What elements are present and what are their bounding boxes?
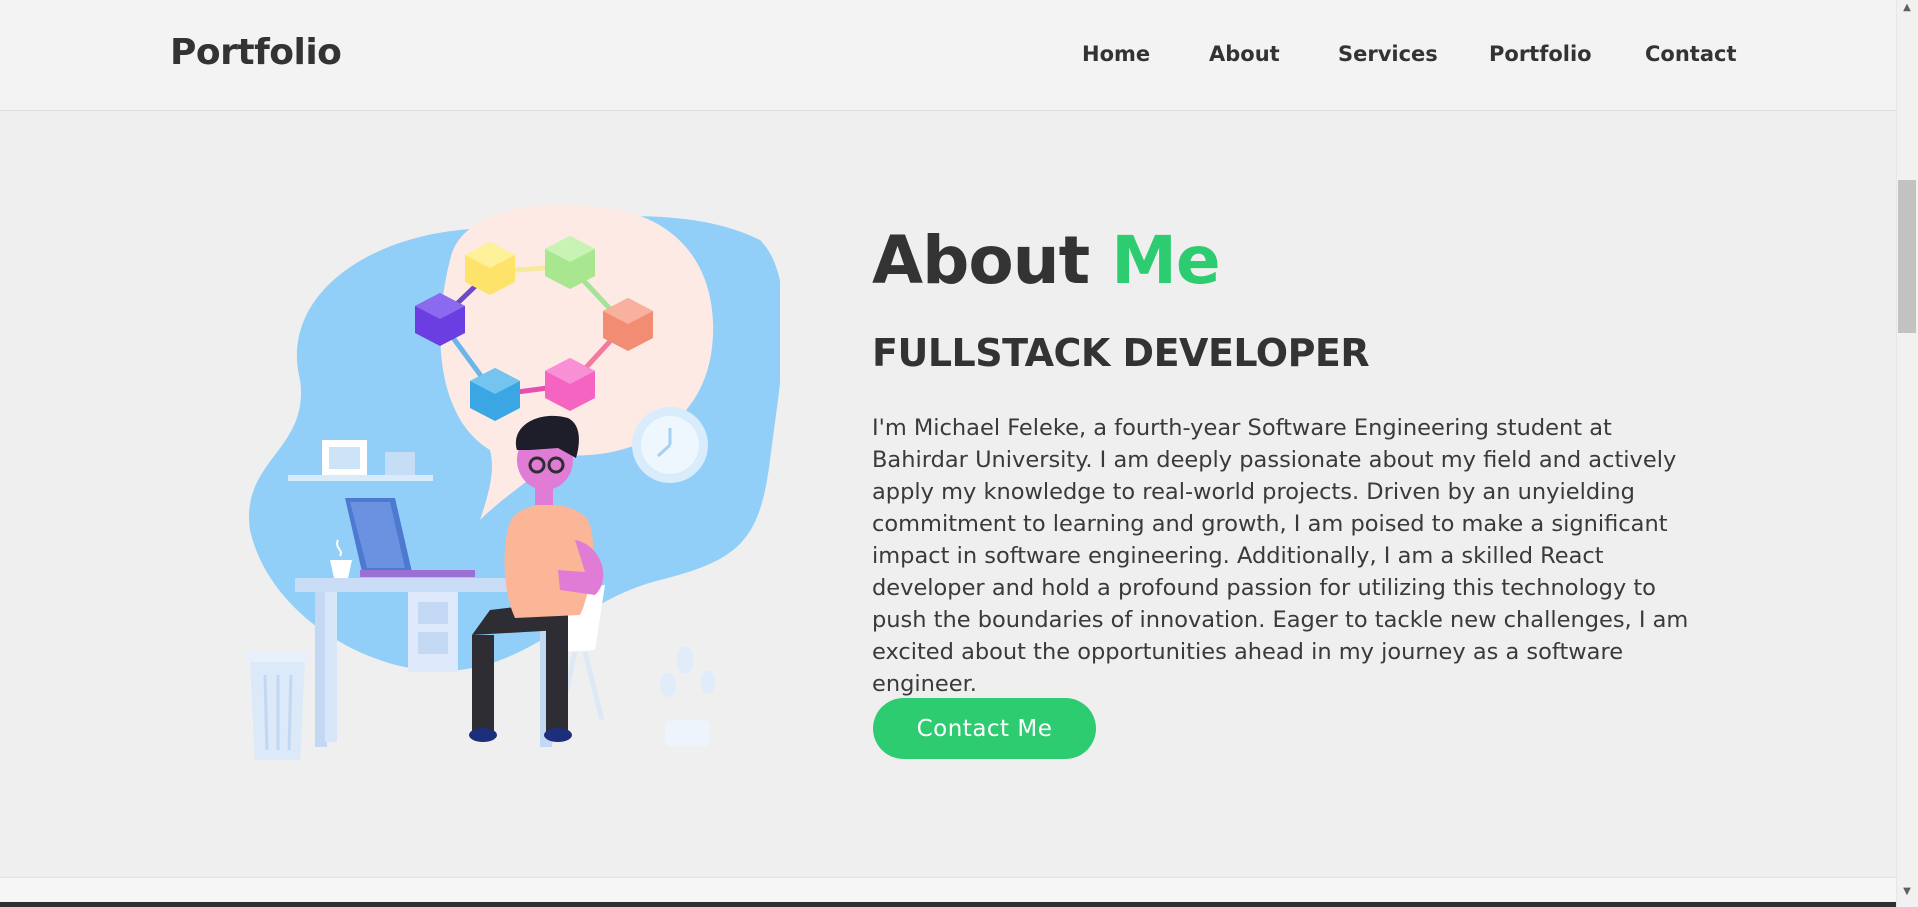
scrollbar-thumb[interactable] xyxy=(1898,180,1916,333)
scroll-up-icon[interactable]: ▲ xyxy=(1901,3,1913,13)
nav-link-contact[interactable]: Contact xyxy=(1645,42,1737,66)
contact-me-button[interactable]: Contact Me xyxy=(873,698,1096,759)
window-bottom-edge xyxy=(0,902,1918,907)
nav-link-portfolio[interactable]: Portfolio xyxy=(1489,42,1592,66)
nav-link-about[interactable]: About xyxy=(1209,42,1280,66)
about-title: About Me xyxy=(872,222,1221,299)
developer-illustration xyxy=(240,200,784,765)
role-heading: FULLSTACK DEVELOPER xyxy=(872,331,1370,375)
about-title-main: About xyxy=(872,222,1112,299)
navbar: Portfolio Home About Services Portfolio … xyxy=(0,0,1896,111)
about-title-accent: Me xyxy=(1111,222,1220,299)
brand-logo[interactable]: Portfolio xyxy=(170,32,342,73)
nav-link-home[interactable]: Home xyxy=(1082,42,1150,66)
nav-link-services[interactable]: Services xyxy=(1338,42,1438,66)
scroll-down-icon[interactable]: ▼ xyxy=(1901,887,1913,897)
bio-paragraph: I'm Michael Feleke, a fourth-year Softwa… xyxy=(872,415,1689,697)
scrollbar[interactable]: ▲ ▼ xyxy=(1896,0,1918,907)
